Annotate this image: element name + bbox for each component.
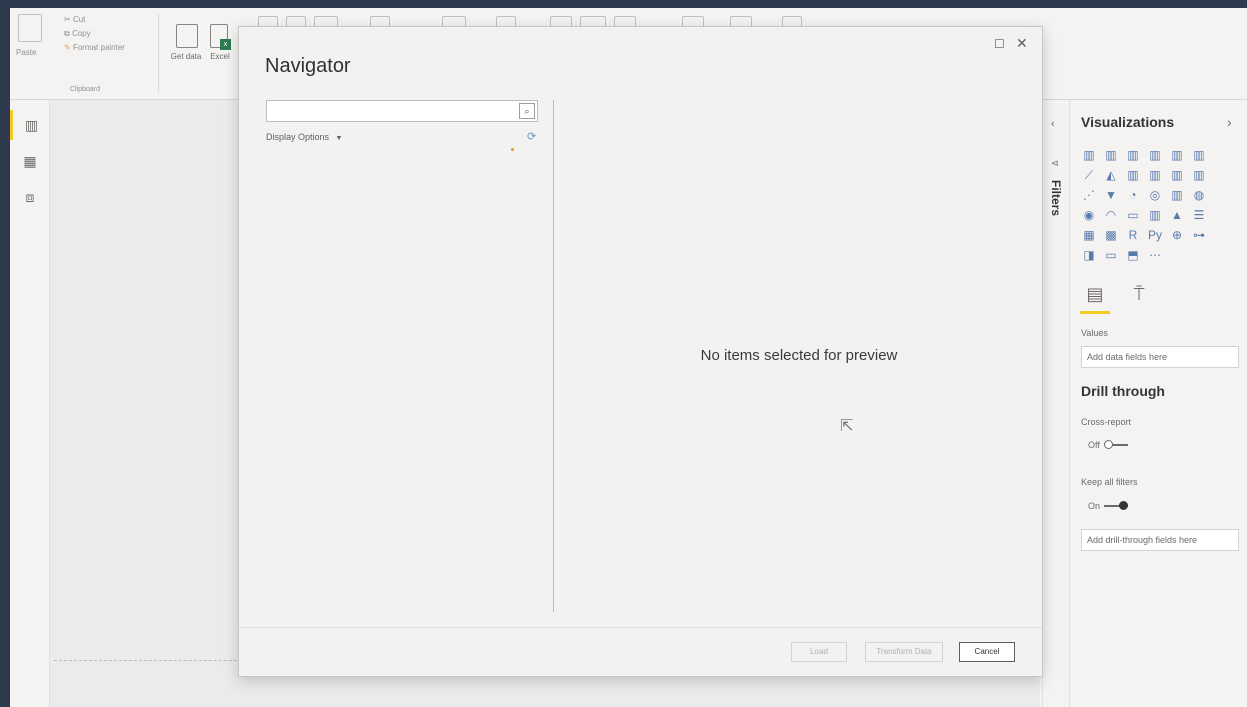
display-options-dropdown[interactable]: Display Options ▼	[266, 132, 342, 142]
display-options-label: Display Options	[266, 132, 330, 142]
load-button[interactable]: Load	[791, 642, 847, 662]
refresh-preview-icon[interactable]: ⟳	[527, 130, 536, 143]
dropdown-arrow-icon: ▼	[335, 135, 343, 142]
navigator-dialog: Navigator ☐ ✕ ⌕ Display Options ▼ ⟳ No i…	[238, 26, 1043, 677]
preview-empty-message: No items selected for preview	[700, 347, 898, 364]
cancel-button[interactable]: Cancel	[959, 642, 1015, 662]
mouse-cursor-icon: ⇱	[840, 418, 854, 435]
transform-data-button[interactable]: Transform Data	[865, 642, 943, 662]
search-input[interactable]	[267, 102, 507, 120]
loading-indicator	[511, 148, 514, 151]
dialog-title: Navigator	[265, 55, 351, 77]
navigator-search-box[interactable]: ⌕	[266, 100, 538, 122]
search-icon[interactable]: ⌕	[519, 103, 535, 119]
close-icon[interactable]: ✕	[1016, 35, 1028, 52]
footer-divider	[239, 627, 1042, 628]
maximize-icon[interactable]: ☐	[994, 37, 1005, 51]
